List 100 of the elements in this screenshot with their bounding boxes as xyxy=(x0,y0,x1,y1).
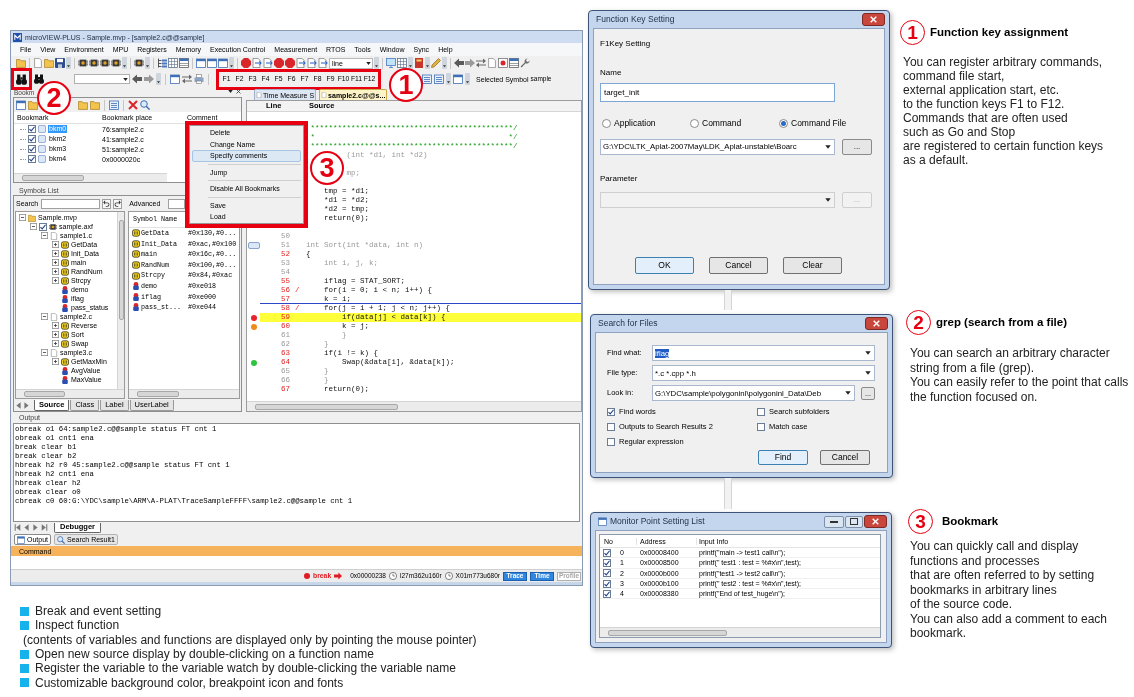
list-icon[interactable] xyxy=(434,74,444,84)
dialog-button[interactable]: OK xyxy=(635,257,694,274)
checkbox[interactable] xyxy=(607,438,615,446)
radio-button[interactable] xyxy=(690,118,699,128)
caret-icon[interactable] xyxy=(366,60,371,66)
bookmark-icon[interactable] xyxy=(247,242,260,249)
close-button[interactable] xyxy=(864,515,887,528)
redo-button[interactable] xyxy=(113,198,123,209)
plus-box-icon[interactable] xyxy=(52,277,59,284)
stop-icon[interactable] xyxy=(241,58,251,68)
dialog-button[interactable]: Cancel xyxy=(820,450,870,465)
checkbox[interactable] xyxy=(28,155,36,163)
dialog-button[interactable]: Cancel xyxy=(709,257,768,274)
maximize-button[interactable] xyxy=(845,515,863,528)
name-input[interactable]: target_init xyxy=(600,83,835,102)
checkbox[interactable] xyxy=(603,569,611,578)
swap-arrows-icon[interactable] xyxy=(476,58,486,68)
chip-icon[interactable] xyxy=(78,58,88,68)
plus-box-icon[interactable] xyxy=(52,322,59,329)
horizontal-scrollbar[interactable] xyxy=(600,627,880,637)
plus-box-icon[interactable] xyxy=(52,268,59,275)
grid-icon[interactable] xyxy=(397,58,407,68)
minus-box-icon[interactable] xyxy=(41,349,48,356)
pencil-icon[interactable] xyxy=(431,58,441,68)
page-icon[interactable] xyxy=(33,58,43,68)
dialog-button[interactable]: Find xyxy=(758,450,808,465)
right-triangle-icon[interactable] xyxy=(32,524,39,531)
search-field[interactable] xyxy=(41,198,101,209)
minus-box-icon[interactable] xyxy=(41,313,48,320)
checkbox[interactable] xyxy=(607,408,615,416)
left-arrow-icon[interactable] xyxy=(454,58,464,68)
left-triangle-icon[interactable] xyxy=(23,524,30,531)
page-arrow-icon[interactable] xyxy=(263,58,273,68)
horizontal-scrollbar[interactable] xyxy=(16,389,124,398)
minus-box-icon[interactable] xyxy=(30,223,37,230)
minus-box-icon[interactable] xyxy=(41,232,48,239)
caret-icon[interactable] xyxy=(228,89,233,94)
breakpoint-dot-icon[interactable] xyxy=(250,359,257,366)
undo-button[interactable] xyxy=(102,198,112,209)
left-triangle-icon[interactable] xyxy=(15,401,22,409)
advanced-search-field[interactable] xyxy=(168,198,186,209)
radio-button[interactable] xyxy=(602,118,611,128)
checkbox[interactable] xyxy=(28,125,36,133)
horizontal-scrollbar[interactable] xyxy=(247,401,581,411)
right-triangle-icon[interactable] xyxy=(23,401,30,409)
tree-icon[interactable] xyxy=(157,58,167,68)
search-combo-field[interactable] xyxy=(74,74,130,84)
binoculars-icon[interactable] xyxy=(16,73,27,85)
window-icon[interactable] xyxy=(218,58,228,68)
chip-icon[interactable] xyxy=(134,58,144,68)
wrench-icon[interactable] xyxy=(520,58,530,68)
radio-label[interactable]: Application xyxy=(614,118,656,128)
delete-icon[interactable] xyxy=(128,100,138,110)
save-icon[interactable] xyxy=(55,58,65,68)
left-arrow-icon[interactable] xyxy=(132,74,142,84)
plus-box-icon[interactable] xyxy=(52,331,59,338)
radio-label[interactable]: Command xyxy=(702,118,742,128)
caret-icon[interactable] xyxy=(845,390,851,396)
horizontal-scrollbar[interactable] xyxy=(129,389,239,398)
checkbox[interactable] xyxy=(28,135,36,143)
caret-icon[interactable] xyxy=(123,76,128,82)
close-button[interactable] xyxy=(865,317,888,330)
monitor-icon[interactable] xyxy=(386,58,396,68)
checkbox[interactable] xyxy=(28,145,36,153)
swap-arrows-icon[interactable] xyxy=(182,74,192,84)
list-icon[interactable] xyxy=(109,100,119,110)
plus-box-icon[interactable] xyxy=(52,250,59,257)
browse-button[interactable]: ... xyxy=(842,139,872,155)
checkbox[interactable] xyxy=(39,222,47,231)
window-icon[interactable] xyxy=(16,100,26,110)
horizontal-scrollbar[interactable] xyxy=(14,173,167,182)
plus-box-icon[interactable] xyxy=(52,358,59,365)
window-icon[interactable] xyxy=(170,74,180,84)
record-icon[interactable] xyxy=(498,58,508,68)
radio-button[interactable] xyxy=(779,118,788,128)
page-arrow-icon[interactable] xyxy=(252,58,262,68)
window-icon[interactable] xyxy=(207,58,217,68)
book-icon[interactable] xyxy=(414,58,424,68)
breakpoint-dot-icon[interactable] xyxy=(250,314,257,321)
checkbox[interactable] xyxy=(757,408,765,416)
caret-icon[interactable] xyxy=(865,370,871,376)
page-arrow-icon[interactable] xyxy=(296,58,306,68)
window-icon[interactable] xyxy=(196,58,206,68)
vertical-scrollbar[interactable] xyxy=(117,212,124,389)
plus-box-icon[interactable] xyxy=(52,241,59,248)
skip-right-icon[interactable] xyxy=(41,524,48,531)
minimize-button[interactable] xyxy=(824,515,844,528)
checkbox[interactable] xyxy=(607,423,615,431)
command-input[interactable] xyxy=(11,556,582,569)
chip-icon[interactable] xyxy=(100,58,110,68)
window-icon[interactable] xyxy=(453,74,463,84)
printer-icon[interactable] xyxy=(194,74,204,84)
minus-box-icon[interactable] xyxy=(19,214,26,221)
page-arrow-icon[interactable] xyxy=(307,58,317,68)
page-arrow-icon[interactable] xyxy=(318,58,328,68)
grid-icon[interactable] xyxy=(168,58,178,68)
checkbox[interactable] xyxy=(603,589,611,598)
close-icon[interactable] xyxy=(236,89,241,94)
dialog-button[interactable]: Clear xyxy=(783,257,842,274)
breakpoint-dot-icon[interactable] xyxy=(250,323,257,330)
